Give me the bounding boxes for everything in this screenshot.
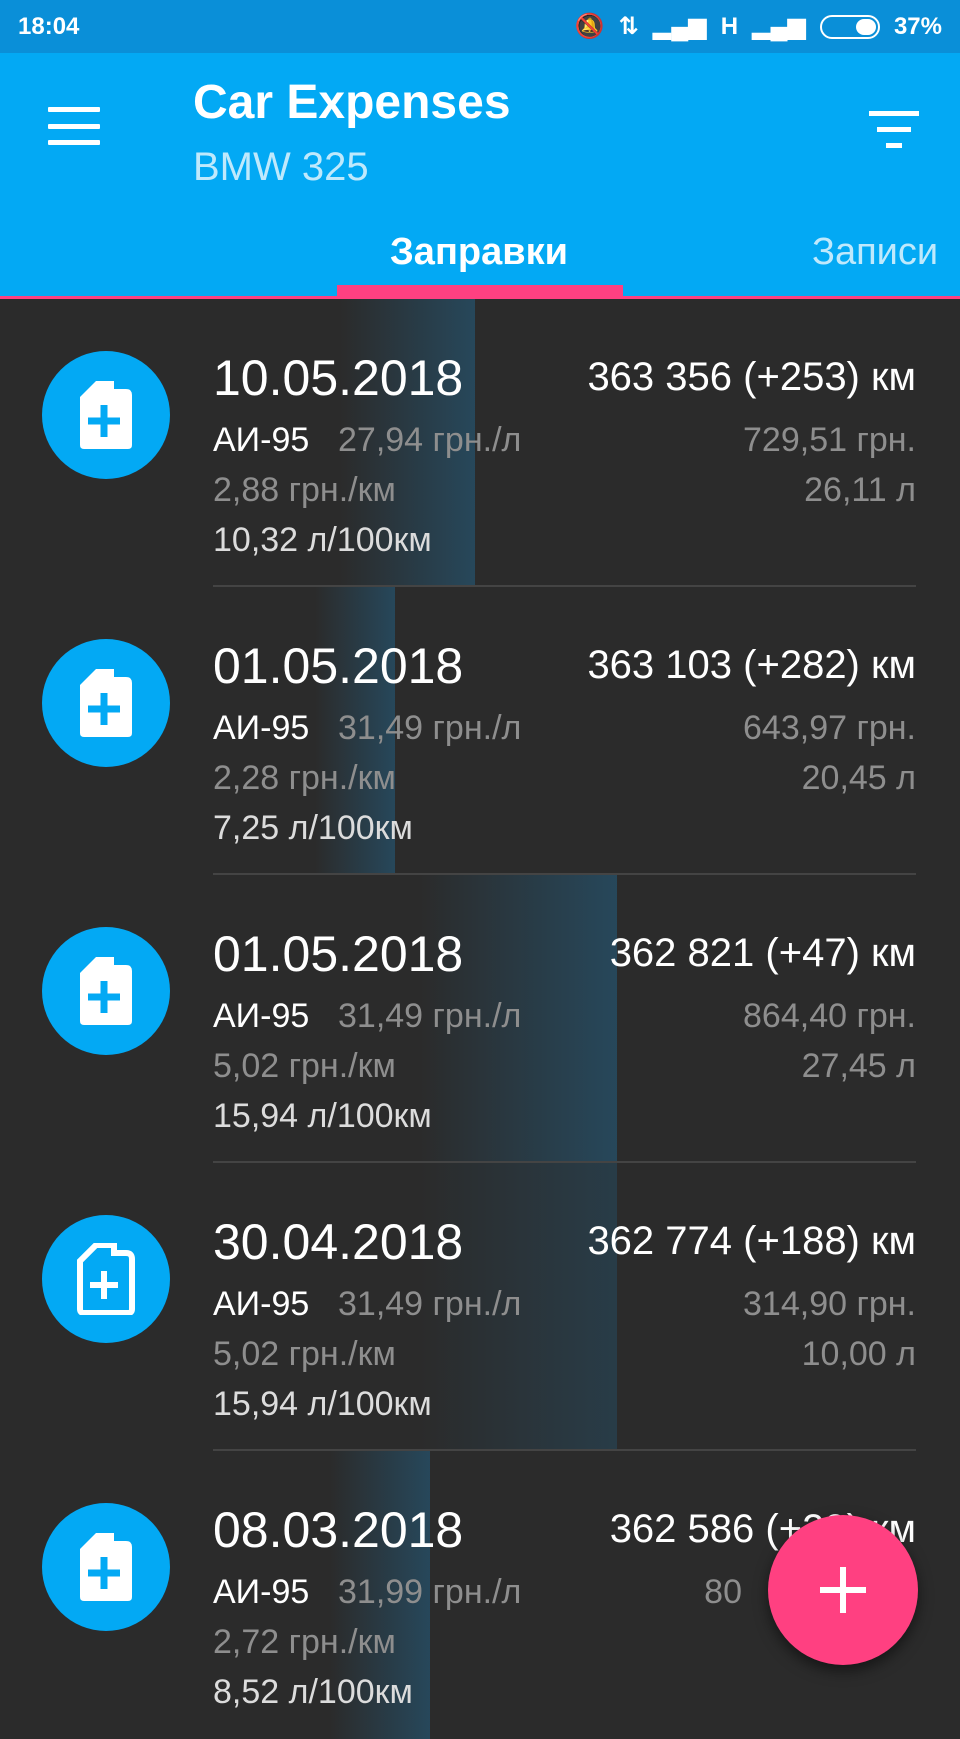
fuel-can-icon <box>42 1503 170 1631</box>
entry-liters: 26,11 л <box>804 471 916 509</box>
entry-liters: 27,45 л <box>801 1047 916 1085</box>
entry-odometer: 363 356 (+253) км <box>587 355 916 399</box>
entry-fuel-type: АИ-95 <box>213 1285 310 1323</box>
tab-indicator <box>337 285 623 296</box>
entry-cost: 864,40 грн. <box>743 997 916 1035</box>
entry-date: 30.04.2018 <box>213 1214 464 1270</box>
menu-icon[interactable] <box>48 107 100 145</box>
entry-cost-per-km: 2,28 грн./км <box>213 759 396 797</box>
signal-icon: ▂▄▆ <box>652 13 707 40</box>
entry-liters: 10,00 л <box>801 1335 916 1373</box>
app-title: Car Expenses <box>193 76 511 129</box>
entry-cost-per-km: 5,02 грн./км <box>213 1335 396 1373</box>
vibrate-off-icon: 🔕 <box>574 13 605 40</box>
list-item[interactable]: 01.05.2018 363 103 (+282) км АИ-95 31,49… <box>0 587 960 875</box>
entry-consumption: 8,52 л/100км <box>213 1673 413 1711</box>
tab-fuel[interactable]: Заправки <box>390 231 568 274</box>
fuel-can-icon <box>42 927 170 1055</box>
entry-consumption: 15,94 л/100км <box>213 1097 432 1135</box>
status-icons: 🔕 ⇅ ▂▄▆ H ▂▄▆ 37% <box>575 12 942 41</box>
entry-cost-per-km: 5,02 грн./км <box>213 1047 396 1085</box>
app-bar: Car Expenses BMW 325 Заправки Записи <box>0 53 960 296</box>
entry-price: 31,49 грн./л <box>338 709 522 747</box>
entry-consumption: 15,94 л/100км <box>213 1385 432 1423</box>
entry-date: 08.03.2018 <box>213 1502 464 1558</box>
entry-cost-per-km: 2,72 грн./км <box>213 1623 396 1661</box>
entry-consumption: 10,32 л/100км <box>213 521 432 559</box>
status-time: 18:04 <box>18 12 80 40</box>
entry-price: 31,49 грн./л <box>338 997 522 1035</box>
entry-cost: 729,51 грн. <box>743 421 916 459</box>
add-entry-button[interactable] <box>768 1515 918 1665</box>
fuel-can-icon <box>42 351 170 479</box>
vehicle-subtitle[interactable]: BMW 325 <box>193 145 369 190</box>
list-item[interactable]: 30.04.2018 362 774 (+188) км АИ-95 31,49… <box>0 1163 960 1451</box>
entry-fuel-type: АИ-95 <box>213 1573 310 1611</box>
entry-cost: 314,90 грн. <box>743 1285 916 1323</box>
list-item[interactable]: 10.05.2018 363 356 (+253) км АИ-95 27,94… <box>0 299 960 587</box>
entry-cost: 80 <box>704 1573 742 1611</box>
entry-date: 01.05.2018 <box>213 926 464 982</box>
entry-date: 10.05.2018 <box>213 350 464 406</box>
entry-odometer: 363 103 (+282) км <box>587 643 916 687</box>
entry-odometer: 362 774 (+188) км <box>587 1219 916 1263</box>
fuel-can-outline-icon <box>42 1215 170 1343</box>
network-type: H <box>720 12 739 40</box>
battery-percent: 37% <box>893 12 942 40</box>
entry-liters: 20,45 л <box>801 759 916 797</box>
tab-records[interactable]: Записи <box>812 231 938 274</box>
entry-price: 31,99 грн./л <box>338 1573 522 1611</box>
data-transfer-icon: ⇅ <box>618 13 639 40</box>
status-bar: 18:04 🔕 ⇅ ▂▄▆ H ▂▄▆ 37% <box>0 0 960 53</box>
entry-cost-per-km: 2,88 грн./км <box>213 471 396 509</box>
entry-fuel-type: АИ-95 <box>213 997 310 1035</box>
signal-icon-2: ▂▄▆ <box>752 13 806 40</box>
entry-fuel-type: АИ-95 <box>213 421 310 459</box>
entry-date: 01.05.2018 <box>213 638 464 694</box>
battery-icon <box>819 14 880 39</box>
entry-consumption: 7,25 л/100км <box>213 809 413 847</box>
filter-icon[interactable] <box>868 111 920 149</box>
entry-fuel-type: АИ-95 <box>213 709 310 747</box>
list-item[interactable]: 01.05.2018 362 821 (+47) км АИ-95 31,49 … <box>0 875 960 1163</box>
entry-cost: 643,97 грн. <box>743 709 916 747</box>
entry-odometer: 362 821 (+47) км <box>609 931 916 975</box>
fuel-can-icon <box>42 639 170 767</box>
entry-price: 31,49 грн./л <box>338 1285 522 1323</box>
entry-price: 27,94 грн./л <box>338 421 522 459</box>
